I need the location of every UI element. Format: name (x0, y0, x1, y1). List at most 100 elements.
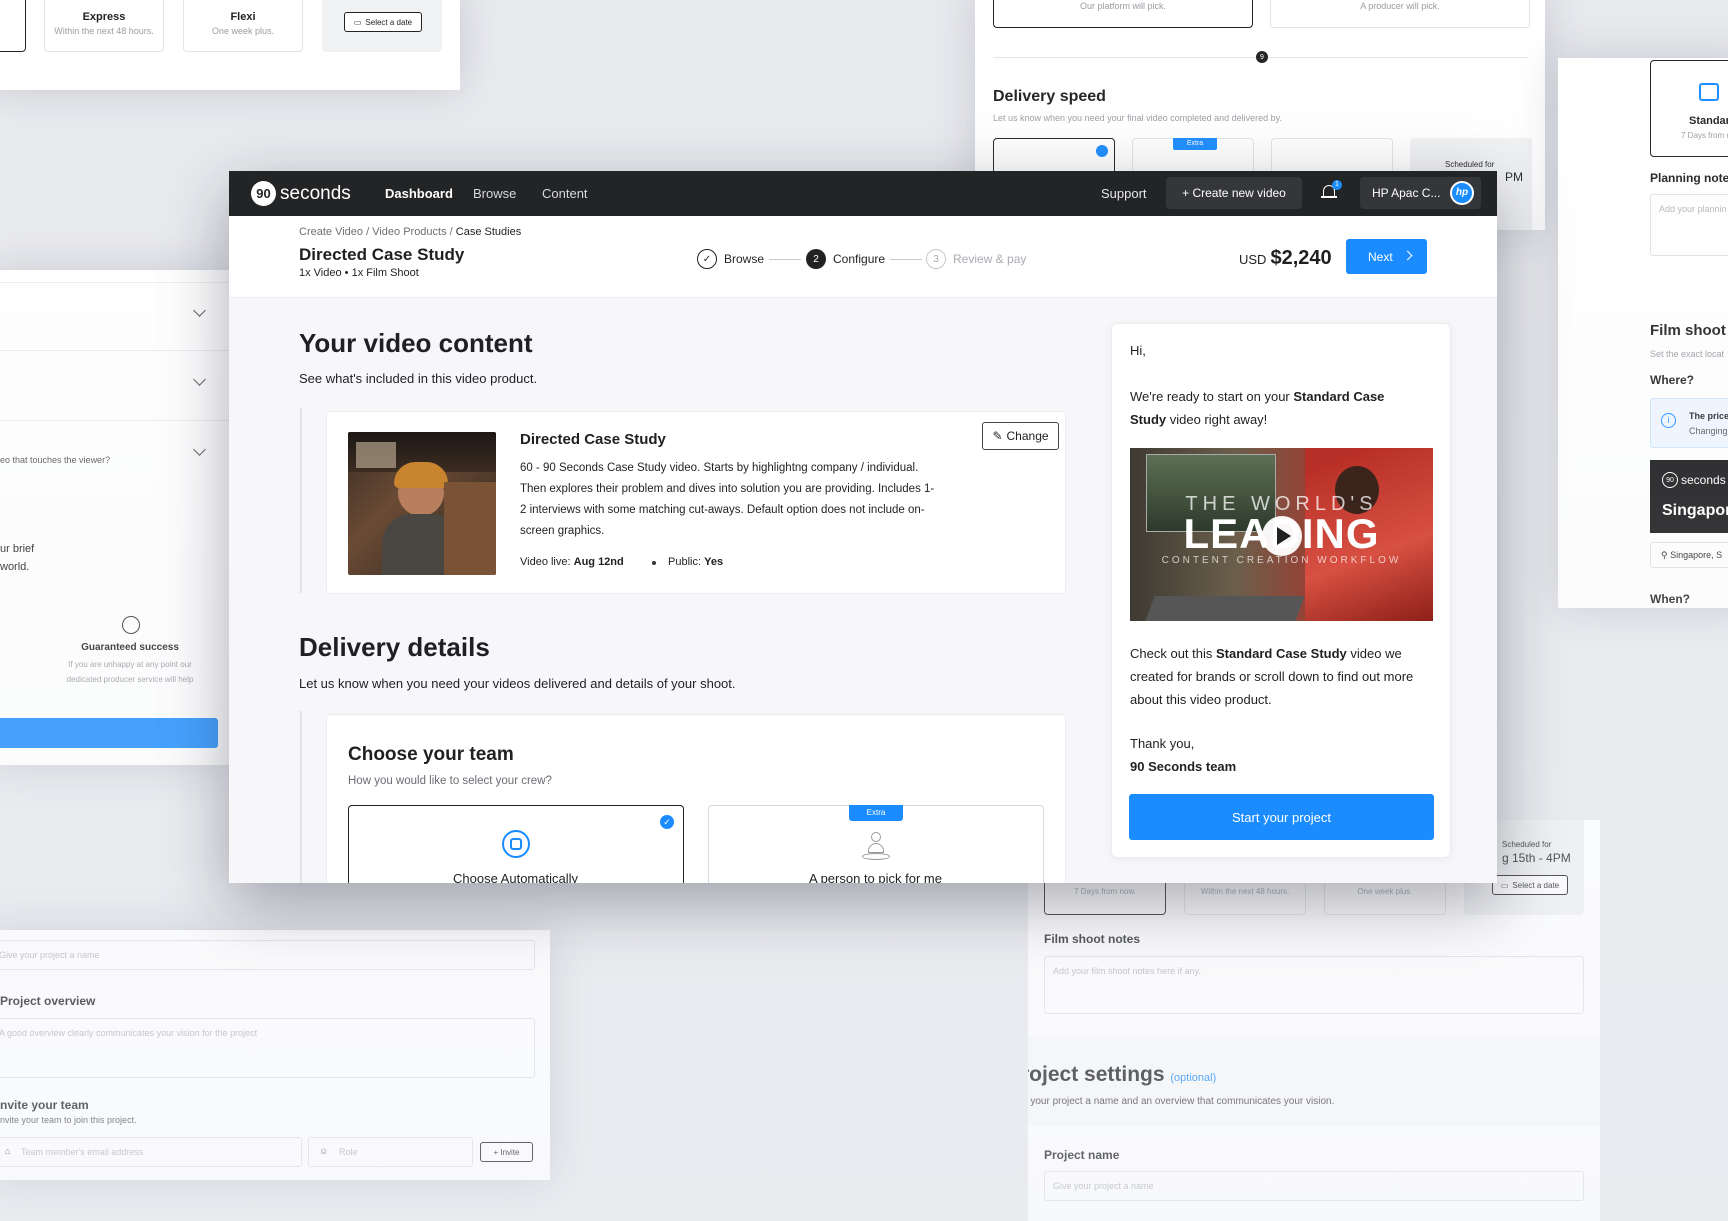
intro-part: We're ready to start on your (1130, 389, 1294, 404)
nav-content[interactable]: Content (542, 186, 588, 201)
email-field[interactable]: ⌂ Team member's email address (0, 1137, 302, 1167)
guarantee-title: Guaranteed success (81, 642, 179, 653)
next-label: Next (1368, 250, 1393, 264)
video-player[interactable]: THE WORLD'S LEADING CONTENT CREATION WOR… (1130, 448, 1433, 621)
account-menu[interactable]: HP Apac C... hp (1360, 177, 1481, 209)
edit-icon: ✎ (992, 429, 1003, 443)
start-project-button[interactable]: Start your project (1129, 794, 1434, 840)
card-sub: One week plus. (211, 26, 275, 36)
logo[interactable]: 90 seconds (251, 181, 351, 206)
calendar-icon: ▭ (353, 17, 362, 27)
scheduled-label: Scheduled for (1502, 840, 1552, 849)
card-title: Express (82, 11, 126, 23)
timeline-line (300, 408, 302, 593)
change-label: Change (1006, 429, 1049, 443)
bg-panel-top-left: Express Within the next 48 hours. Flexi … (0, 0, 460, 90)
bg-panel-right-strip: Standar 7 Days from n Planning notes Add… (1558, 58, 1728, 608)
extra-badge: Extra (849, 805, 903, 821)
play-icon[interactable] (1262, 516, 1302, 556)
team-option-card[interactable]: A producer will pick. (1270, 0, 1530, 28)
public-info: Public: Yes (668, 556, 723, 568)
chevron-down-icon[interactable] (193, 373, 206, 386)
divider (0, 350, 230, 351)
breadcrumb-separator: / (449, 226, 453, 238)
scheduled-time: PM (1505, 170, 1523, 184)
smile-icon (122, 616, 140, 634)
desc-product: Standard Case Study (1216, 646, 1347, 661)
currency-label: USD (1239, 252, 1267, 267)
chevron-down-icon[interactable] (193, 443, 206, 456)
chevron-right-icon (1402, 250, 1413, 261)
delivery-card-partial[interactable] (0, 0, 26, 52)
planning-notes-input[interactable]: Add your plannin (1650, 194, 1728, 256)
guarantee-text: If you are unhappy at any point our (68, 660, 192, 669)
invite-sub: nvite your team to join this project. (0, 1115, 137, 1125)
breadcrumb-create-video[interactable]: Create Video (299, 226, 363, 238)
film-shoot-title: Film shoot (1650, 322, 1726, 339)
banner-brand: seconds (1681, 473, 1726, 487)
film-notes-input[interactable]: Add your film shoot notes here if any. (1044, 956, 1584, 1014)
video-live-info: Video live: Aug 12nd (520, 556, 624, 568)
select-date-button[interactable]: ▭ Select a date (344, 12, 422, 32)
video-live-value: Aug 12nd (573, 556, 624, 568)
card-sub: Within the next 48 hours. (54, 26, 154, 36)
overview-input[interactable]: A good overview clearly communicates you… (0, 1018, 535, 1078)
select-date-button[interactable]: ▭ Select a date (1492, 875, 1568, 895)
team-option-card[interactable]: Our platform will pick. (993, 0, 1253, 28)
select-date-label: Select a date (1512, 880, 1560, 890)
project-name-card: Project name Give your project a name (1028, 1126, 1600, 1221)
step-browse-label[interactable]: Browse (724, 252, 764, 266)
dot-separator (652, 561, 656, 565)
breadcrumb-case-studies: Case Studies (455, 226, 522, 238)
desc-part: Check out this (1130, 646, 1216, 661)
delivery-card-express[interactable]: Express Within the next 48 hours. (44, 0, 164, 52)
breadcrumb-video-products[interactable]: Video Products (372, 226, 446, 238)
logo-mark-icon: 90 (1662, 472, 1678, 488)
where-label: Where? (1650, 373, 1695, 387)
team-title: Choose your team (348, 744, 514, 765)
chevron-down-icon[interactable] (193, 304, 206, 317)
intro-part: video right away! (1166, 412, 1268, 427)
nav-dashboard[interactable]: Dashboard (385, 186, 453, 201)
pin-icon: ⚲ (1661, 550, 1671, 560)
product-thumbnail (348, 432, 496, 575)
gear-icon (502, 830, 530, 858)
price-value: $2,240 (1270, 247, 1332, 269)
select-date-label: Select a date (365, 17, 413, 27)
location-value: Singapore, S (1670, 550, 1723, 560)
top-nav: 90 seconds Dashboard Browse Content Supp… (229, 171, 1497, 216)
team-option-auto[interactable]: ✓ Choose Automatically (348, 805, 684, 883)
card-title: Flexi (230, 11, 256, 23)
invite-button[interactable]: + Invite (480, 1142, 533, 1162)
notes-label: Film shoot notes (1044, 932, 1140, 946)
create-video-button[interactable]: + Create new video (1166, 177, 1302, 209)
logo-mark-icon: 9 (1256, 51, 1268, 63)
bell-icon[interactable]: 1 (1321, 180, 1342, 201)
standard-card[interactable]: Standar 7 Days from n (1650, 60, 1728, 157)
lock-icon: ⌂ (5, 1146, 11, 1156)
team-subtitle: How you would like to select your crew? (348, 775, 552, 787)
primary-button[interactable] (0, 718, 218, 748)
role-field[interactable]: ☺ Role (308, 1137, 473, 1167)
price-display: USD $2,240 (1239, 247, 1332, 270)
video-description: Check out this Standard Case Study video… (1130, 642, 1430, 711)
delivery-title: Delivery details (299, 632, 490, 662)
card-title: Standar (1689, 115, 1728, 127)
change-button[interactable]: ✎ Change (982, 422, 1059, 450)
nav-support[interactable]: Support (1101, 186, 1147, 201)
delivery-card-flexi[interactable]: Flexi One week plus. (183, 0, 303, 52)
price-info-box: i The price Changing (1650, 398, 1728, 448)
info-title: The price (1689, 411, 1728, 421)
main-window: 90 seconds Dashboard Browse Content Supp… (229, 171, 1497, 883)
step-browse-check-icon[interactable]: ✓ (697, 249, 717, 269)
banner-city: Singapor (1662, 502, 1728, 519)
team-option-person[interactable]: Extra A person to pick for me (708, 805, 1044, 883)
location-field[interactable]: ⚲ Singapore, S (1650, 542, 1728, 568)
project-name-input[interactable]: Give your project a name (1044, 1171, 1584, 1201)
nav-browse[interactable]: Browse (473, 186, 516, 201)
project-name-input[interactable]: Give your project a name (0, 940, 535, 970)
project-name-label: Project name (1044, 1148, 1120, 1162)
brief-text: ur brief (0, 543, 35, 555)
option-label: A person to pick for me (809, 871, 942, 883)
next-button[interactable]: Next (1346, 239, 1427, 274)
